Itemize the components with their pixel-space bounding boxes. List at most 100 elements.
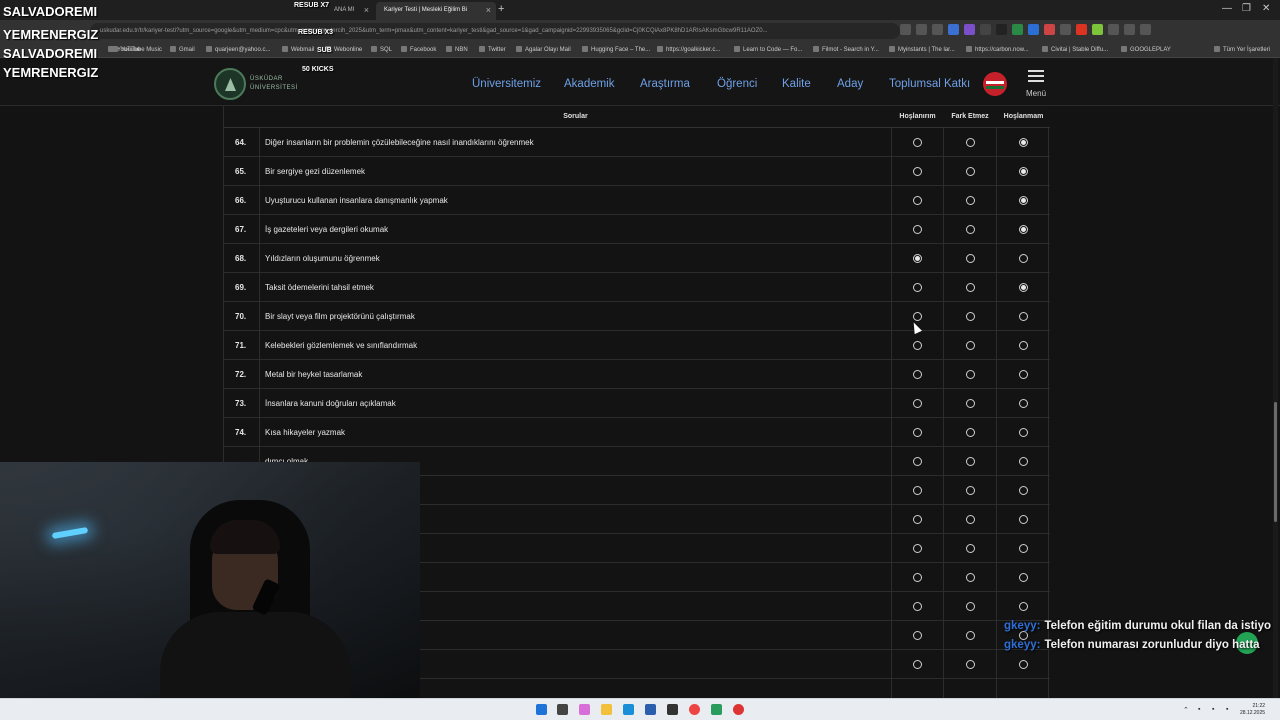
radio-neutral[interactable] xyxy=(966,254,975,263)
scrollbar[interactable] xyxy=(1273,58,1278,698)
extension-icon[interactable] xyxy=(1044,24,1055,35)
radio-like[interactable] xyxy=(913,428,922,437)
app-icon[interactable] xyxy=(711,704,722,715)
bookmark-item[interactable]: Facebook xyxy=(401,46,436,53)
scrollbar-thumb[interactable] xyxy=(1274,402,1277,522)
language-flag-icon[interactable] xyxy=(983,72,1007,96)
bookmark-item[interactable]: Hugging Face – The... xyxy=(582,46,650,53)
radio-like[interactable] xyxy=(913,167,922,176)
zoom-icon[interactable] xyxy=(900,24,911,35)
extension-icon[interactable] xyxy=(996,24,1007,35)
radio-neutral[interactable] xyxy=(966,573,975,582)
volume-icon[interactable]: ▪ xyxy=(1212,706,1214,713)
url-input[interactable]: uskudar.edu.tr/tr/kariyer-testi?utm_sour… xyxy=(90,23,900,39)
radio-like[interactable] xyxy=(913,660,922,669)
radio-dislike[interactable] xyxy=(1019,399,1028,408)
radio-like[interactable] xyxy=(913,631,922,640)
radio-neutral[interactable] xyxy=(966,631,975,640)
system-clock[interactable]: 21:22 28.12.2025 xyxy=(1240,703,1265,717)
radio-neutral[interactable] xyxy=(966,196,975,205)
bookmark-item[interactable]: Agalar Olayı Mail xyxy=(516,46,571,53)
extension-icon[interactable] xyxy=(1092,24,1103,35)
extension-icon[interactable] xyxy=(948,24,959,35)
radio-like[interactable] xyxy=(913,457,922,466)
bookmark-item[interactable]: Twitter xyxy=(479,46,506,53)
radio-like[interactable] xyxy=(913,544,922,553)
radio-like[interactable] xyxy=(913,312,922,321)
radio-neutral[interactable] xyxy=(966,312,975,321)
radio-neutral[interactable] xyxy=(966,457,975,466)
radio-dislike[interactable] xyxy=(1019,312,1028,321)
extension-icon[interactable] xyxy=(1012,24,1023,35)
browser-tab[interactable]: ANA MI × xyxy=(326,2,374,20)
new-tab-icon[interactable]: + xyxy=(498,3,504,15)
extension-icon[interactable] xyxy=(964,24,975,35)
university-logo-icon[interactable] xyxy=(214,68,246,100)
bookmark-item[interactable]: quarjeen@yahoo.c... xyxy=(206,46,270,53)
close-window-icon[interactable]: ✕ xyxy=(1262,3,1270,14)
radio-dislike[interactable] xyxy=(1019,254,1028,263)
radio-like[interactable] xyxy=(913,341,922,350)
radio-dislike[interactable] xyxy=(1019,196,1028,205)
radio-neutral[interactable] xyxy=(966,167,975,176)
radio-neutral[interactable] xyxy=(966,370,975,379)
nav-item-universitemiz[interactable]: Üniversitemiz xyxy=(472,78,541,90)
minimize-icon[interactable]: — xyxy=(1222,3,1232,14)
radio-neutral[interactable] xyxy=(966,283,975,292)
radio-like[interactable] xyxy=(913,370,922,379)
nav-item-arastirma[interactable]: Araştırma xyxy=(640,78,690,90)
radio-neutral[interactable] xyxy=(966,225,975,234)
radio-like[interactable] xyxy=(913,399,922,408)
maximize-icon[interactable]: ❐ xyxy=(1242,3,1251,14)
radio-neutral[interactable] xyxy=(966,544,975,553)
bookmark-item[interactable]: YouTube Music xyxy=(112,46,162,53)
extension-icon[interactable] xyxy=(1060,24,1071,35)
radio-dislike[interactable] xyxy=(1019,225,1028,234)
file-explorer-icon[interactable] xyxy=(601,704,612,715)
radio-dislike[interactable] xyxy=(1019,428,1028,437)
menu-label[interactable]: Menü xyxy=(1026,89,1046,98)
radio-neutral[interactable] xyxy=(966,428,975,437)
extension-icon[interactable] xyxy=(1028,24,1039,35)
radio-dislike[interactable] xyxy=(1019,283,1028,292)
install-icon[interactable] xyxy=(916,24,927,35)
store-icon[interactable] xyxy=(645,704,656,715)
network-icon[interactable]: ▪ xyxy=(1198,706,1200,713)
copilot-icon[interactable] xyxy=(579,704,590,715)
radio-like[interactable] xyxy=(913,515,922,524)
nav-item-toplumsal-katki[interactable]: Toplumsal Katkı xyxy=(889,78,970,90)
puzzle-icon[interactable] xyxy=(1108,24,1119,35)
radio-neutral[interactable] xyxy=(966,486,975,495)
bookmark-item[interactable]: Gmail xyxy=(170,46,195,53)
radio-neutral[interactable] xyxy=(966,602,975,611)
start-icon[interactable] xyxy=(536,704,547,715)
tab-close-icon[interactable]: × xyxy=(364,5,369,15)
bookmark-item[interactable]: SQL xyxy=(371,46,392,53)
radio-like[interactable] xyxy=(913,283,922,292)
radio-like[interactable] xyxy=(913,225,922,234)
edge-icon[interactable] xyxy=(623,704,634,715)
star-icon[interactable] xyxy=(932,24,943,35)
bookmark-item[interactable]: Filmot - Search in Y... xyxy=(813,46,879,53)
radio-dislike[interactable] xyxy=(1019,341,1028,350)
hamburger-menu-icon[interactable] xyxy=(1028,70,1044,82)
bookmark-item[interactable]: GOOGLEPLAY xyxy=(1121,46,1171,53)
radio-neutral[interactable] xyxy=(966,341,975,350)
app-icon[interactable] xyxy=(667,704,678,715)
radio-neutral[interactable] xyxy=(966,660,975,669)
radio-neutral[interactable] xyxy=(966,399,975,408)
radio-like[interactable] xyxy=(913,196,922,205)
bookmark-item[interactable]: Myinstants | The lar... xyxy=(889,46,955,53)
bookmark-item[interactable]: Civitai | Stable Diffu... xyxy=(1042,46,1108,53)
radio-dislike[interactable] xyxy=(1019,544,1028,553)
bookmark-item[interactable]: Tüm Yer İşaretleri xyxy=(1214,46,1270,53)
battery-icon[interactable]: ▪ xyxy=(1226,706,1228,713)
chrome-icon[interactable] xyxy=(689,704,700,715)
search-icon[interactable] xyxy=(557,704,568,715)
radio-dislike[interactable] xyxy=(1019,660,1028,669)
bookmark-item[interactable]: Learn to Code — Fo... xyxy=(734,46,802,53)
tab-close-icon[interactable]: × xyxy=(486,5,491,15)
radio-like[interactable] xyxy=(913,602,922,611)
radio-dislike[interactable] xyxy=(1019,573,1028,582)
radio-like[interactable] xyxy=(913,573,922,582)
